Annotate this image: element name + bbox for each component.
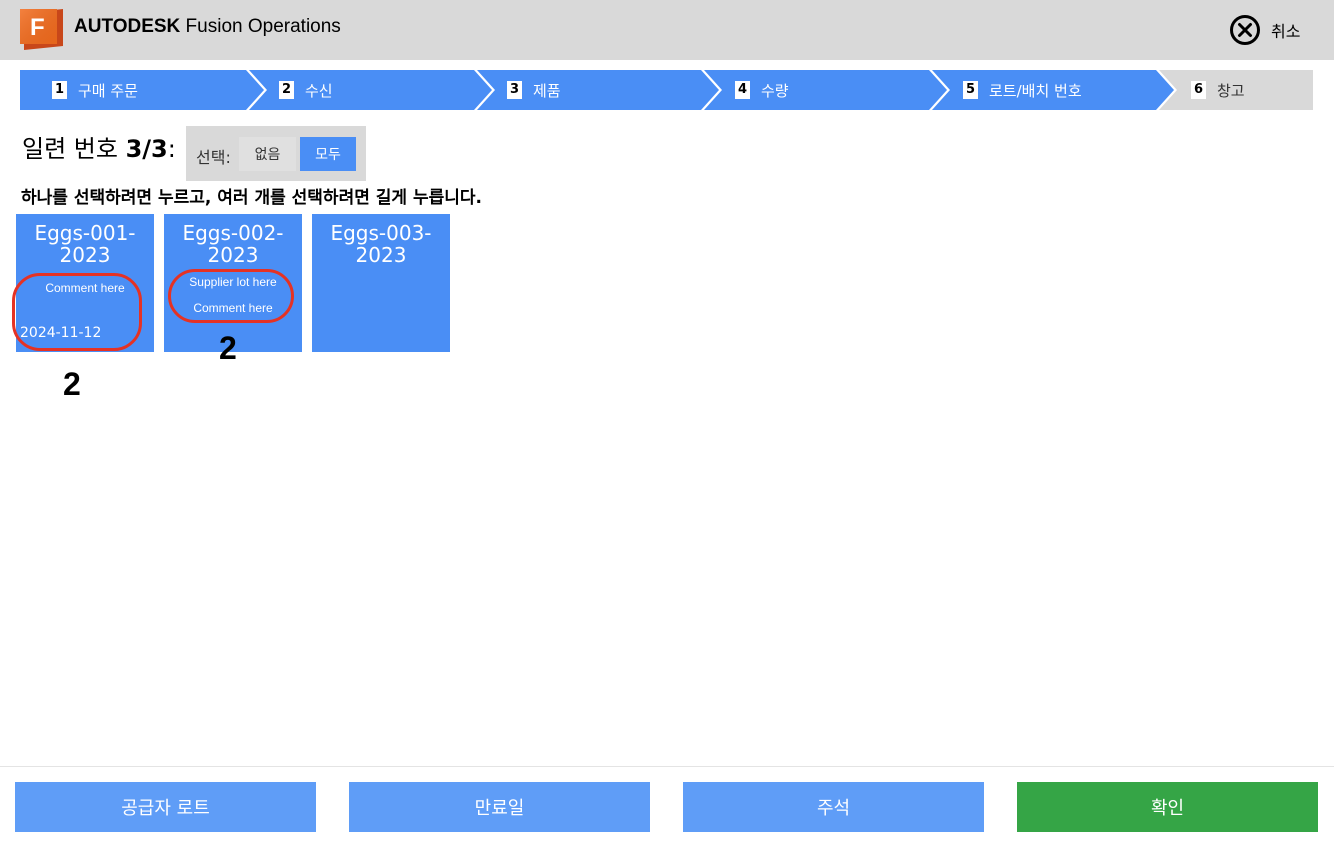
step-number: 4 <box>735 81 750 99</box>
step-purchase-order[interactable]: 1 구매 주문 <box>52 80 138 100</box>
card-title: Eggs-001-2023 <box>34 221 136 267</box>
step-label: 로트/배치 번호 <box>989 81 1082 100</box>
brand-name: AUTODESK <box>74 16 181 37</box>
step-label: 제품 <box>533 81 561 100</box>
card-date: 2024-11-12 <box>20 325 102 341</box>
step-number: 6 <box>1191 81 1206 99</box>
select-all-button[interactable]: 모두 <box>300 137 356 171</box>
comment-button[interactable]: 주석 <box>683 782 984 832</box>
cancel-label: 취소 <box>1271 22 1301 41</box>
step-receive[interactable]: 2 수신 <box>279 80 333 100</box>
step-lot-batch[interactable]: 5 로트/배치 번호 <box>963 80 1082 100</box>
card-title: Eggs-003-2023 <box>330 221 432 267</box>
close-circle-icon <box>1230 15 1260 45</box>
app-header: F AUTODESK Fusion Operations 취소 <box>0 0 1334 60</box>
cancel-button[interactable]: 취소 <box>1229 14 1300 46</box>
supplier-lot-button[interactable]: 공급자 로트 <box>15 782 316 832</box>
step-number: 5 <box>963 81 978 99</box>
app-title: AUTODESK Fusion Operations <box>74 14 341 40</box>
step-warehouse[interactable]: 6 창고 <box>1191 80 1245 100</box>
step-label: 구매 주문 <box>78 81 138 100</box>
select-label: 선택: <box>196 148 231 167</box>
select-none-button[interactable]: 없음 <box>239 137 296 171</box>
wizard-steps-background <box>20 70 1313 110</box>
step-quantity[interactable]: 4 수량 <box>735 80 789 100</box>
fusion-logo-icon: F <box>20 9 63 50</box>
step-label: 창고 <box>1217 81 1245 100</box>
card-comment: Comment here <box>45 281 125 295</box>
step-number: 3 <box>507 81 522 99</box>
select-toggle: 선택: 없음 모두 <box>186 126 366 181</box>
card-comment: Comment here <box>193 301 273 315</box>
wizard-steps: 1 구매 주문 2 수신 3 제품 4 수량 5 로트/배치 번호 6 창고 <box>20 70 1313 110</box>
serial-count-heading: 일련 번호 3/3: <box>22 134 176 164</box>
product-name: Fusion Operations <box>180 16 341 37</box>
serial-card[interactable]: Eggs-001-2023 Comment here 2024-11-12 <box>16 214 154 352</box>
expiry-date-button[interactable]: 만료일 <box>349 782 650 832</box>
step-number: 1 <box>52 81 67 99</box>
confirm-button[interactable]: 확인 <box>1017 782 1318 832</box>
step-product[interactable]: 3 제품 <box>507 80 561 100</box>
serial-colon: : <box>167 135 176 163</box>
serial-card[interactable]: Eggs-003-2023 <box>312 214 450 352</box>
svg-text:F: F <box>30 14 45 41</box>
action-footer: 공급자 로트 만료일 주석 확인 <box>0 766 1334 846</box>
annotation-marker: 2 <box>219 330 237 366</box>
card-title: Eggs-002-2023 <box>182 221 284 267</box>
step-label: 수신 <box>305 81 333 100</box>
card-supplier-lot: Supplier lot here <box>189 275 277 289</box>
serial-label: 일련 번호 <box>22 135 126 163</box>
step-number: 2 <box>279 81 294 99</box>
step-label: 수량 <box>761 81 789 100</box>
serial-count: 3/3 <box>125 135 168 163</box>
annotation-marker: 2 <box>63 366 81 402</box>
selection-hint: 하나를 선택하려면 누르고, 여러 개를 선택하려면 길게 누릅니다. <box>21 188 482 208</box>
